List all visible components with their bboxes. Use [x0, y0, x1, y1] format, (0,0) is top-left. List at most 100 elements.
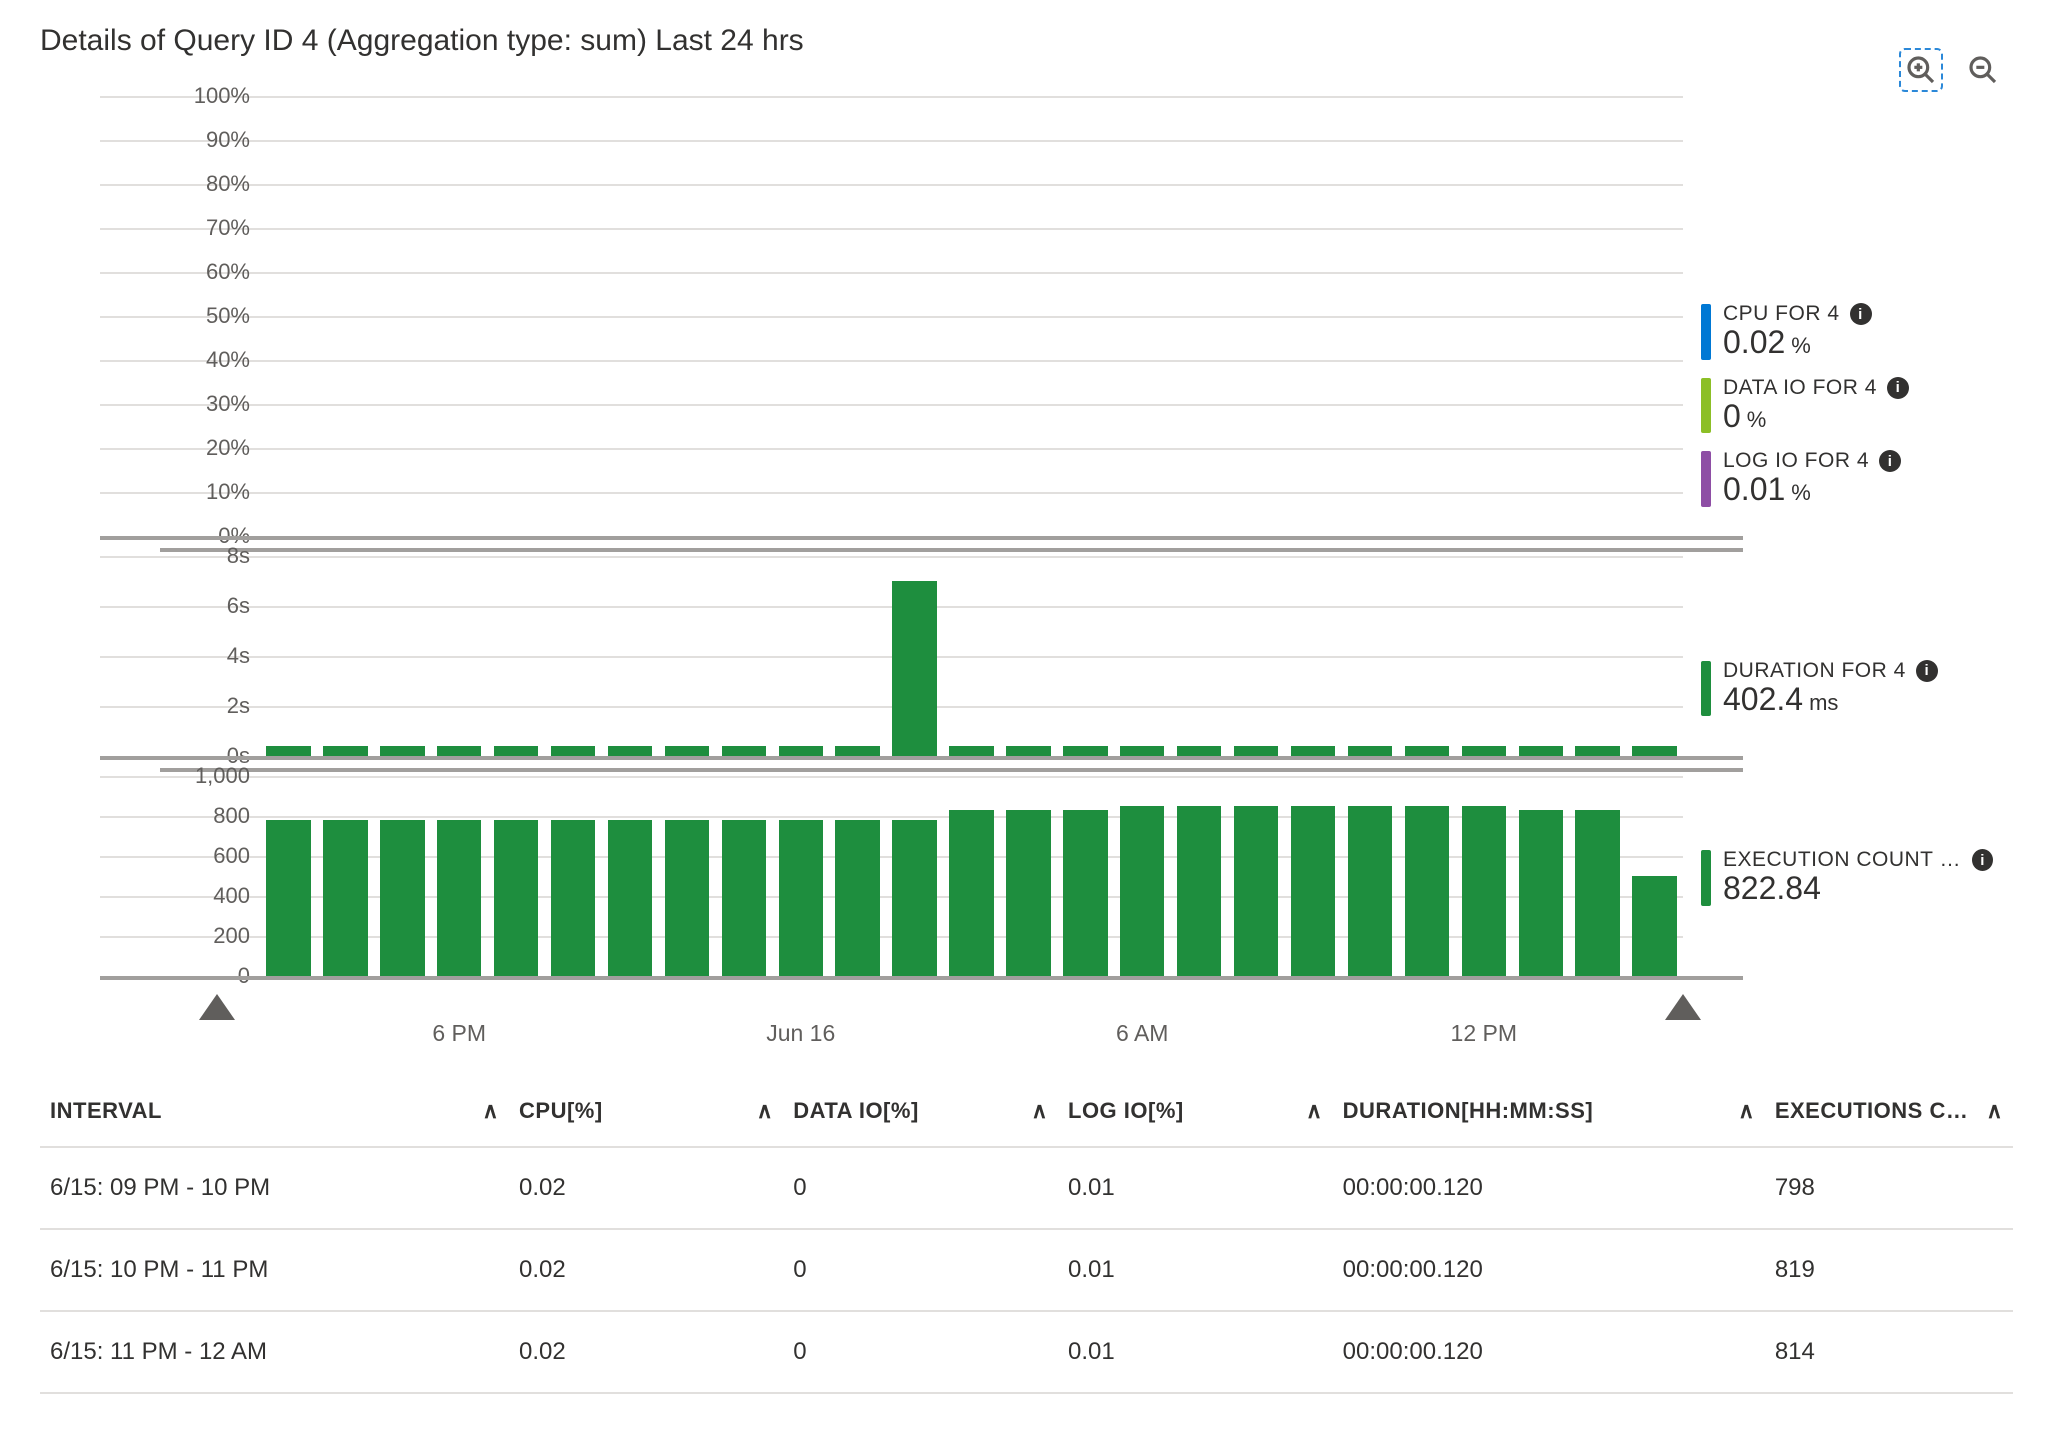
chart-bar[interactable]	[1462, 806, 1506, 976]
col-duration[interactable]: DURATION[HH:MM:SS]∧	[1333, 1076, 1765, 1147]
legend-item-dataio: DATA IO FOR 4 i 0 %	[1701, 376, 2013, 434]
chart-bar[interactable]	[608, 746, 652, 756]
chart-bar[interactable]	[1063, 810, 1107, 976]
chart-bar[interactable]	[1405, 746, 1449, 756]
x-tick: 6 AM	[1116, 1020, 1168, 1047]
legend-value-cpu: 0.02	[1723, 326, 1785, 360]
chart-bar[interactable]	[1632, 876, 1676, 976]
zoom-out-button[interactable]	[1961, 48, 2005, 92]
y-tick: 30%	[206, 391, 250, 417]
cell-exec: 798	[1765, 1147, 2013, 1229]
chart-bar[interactable]	[1120, 806, 1164, 976]
chart-bar[interactable]	[1006, 810, 1050, 976]
chart-bar[interactable]	[779, 820, 823, 976]
sort-caret-icon: ∧	[1031, 1098, 1048, 1124]
chart-panel-duration: 0s2s4s6s8s	[40, 556, 1683, 756]
y-tick: 40%	[206, 347, 250, 373]
col-cpu[interactable]: CPU[%]∧	[509, 1076, 783, 1147]
chart-bar[interactable]	[1120, 746, 1164, 756]
cell-cpu: 0.02	[509, 1311, 783, 1393]
chart-bar[interactable]	[722, 746, 766, 756]
chart-bar[interactable]	[380, 746, 424, 756]
chart-panel-percent_metrics: 0%10%20%30%40%50%60%70%80%90%100%	[40, 96, 1683, 536]
col-interval[interactable]: INTERVAL∧	[40, 1076, 509, 1147]
chart-bar[interactable]	[494, 746, 538, 756]
chart-bar[interactable]	[949, 746, 993, 756]
chart-bar[interactable]	[1291, 806, 1335, 976]
col-exec[interactable]: EXECUTIONS C…∧	[1765, 1076, 2013, 1147]
legend-swatch-cpu	[1701, 304, 1711, 360]
range-marker-right[interactable]	[1665, 994, 1701, 1020]
legend-value-exec: 822.84	[1723, 872, 1821, 906]
info-icon[interactable]: i	[1916, 660, 1938, 682]
chart-bar[interactable]	[892, 820, 936, 976]
cell-logio: 0.01	[1058, 1147, 1333, 1229]
chart-bar[interactable]	[1575, 746, 1619, 756]
chart-bar[interactable]	[323, 820, 367, 976]
chart-bar[interactable]	[1063, 746, 1107, 756]
chart-bar[interactable]	[551, 820, 595, 976]
range-marker-left[interactable]	[199, 994, 235, 1020]
chart-bar[interactable]	[1632, 746, 1676, 756]
legend-value-dataio: 0	[1723, 400, 1741, 434]
chart-bar[interactable]	[323, 746, 367, 756]
table-row[interactable]: 6/15: 11 PM - 12 AM0.0200.0100:00:00.120…	[40, 1311, 2013, 1393]
legend-item-exec: EXECUTION COUNT F… i 822.84	[1701, 848, 2013, 906]
chart-bar[interactable]	[1405, 806, 1449, 976]
y-tick: 600	[213, 843, 250, 869]
chart-bar[interactable]	[551, 746, 595, 756]
info-icon[interactable]: i	[1879, 450, 1901, 472]
cell-interval: 6/15: 10 PM - 11 PM	[40, 1229, 509, 1311]
chart-bar[interactable]	[665, 746, 709, 756]
zoom-in-button[interactable]	[1899, 48, 1943, 92]
legend-value-logio: 0.01	[1723, 473, 1785, 507]
chart-bar[interactable]	[380, 820, 424, 976]
chart-bar[interactable]	[437, 746, 481, 756]
legend-swatch-dataio	[1701, 378, 1711, 434]
y-tick: 10%	[206, 479, 250, 505]
chart-bar[interactable]	[722, 820, 766, 976]
info-icon[interactable]: i	[1887, 377, 1909, 399]
chart-bar[interactable]	[1177, 746, 1221, 756]
chart-bar[interactable]	[779, 746, 823, 756]
chart-bar[interactable]	[608, 820, 652, 976]
chart-bar[interactable]	[835, 820, 879, 976]
chart-bar[interactable]	[835, 746, 879, 756]
chart-bar[interactable]	[949, 810, 993, 976]
y-tick: 2s	[227, 693, 250, 719]
chart-bar[interactable]	[1177, 806, 1221, 976]
chart-bar[interactable]	[1348, 746, 1392, 756]
chart-bar[interactable]	[1234, 806, 1278, 976]
legend-swatch-duration	[1701, 661, 1711, 717]
chart-bar[interactable]	[1291, 746, 1335, 756]
col-logio[interactable]: LOG IO[%]∧	[1058, 1076, 1333, 1147]
table-row[interactable]: 6/15: 09 PM - 10 PM0.0200.0100:00:00.120…	[40, 1147, 2013, 1229]
chart-bar[interactable]	[266, 746, 310, 756]
table-row[interactable]: 6/15: 10 PM - 11 PM0.0200.0100:00:00.120…	[40, 1229, 2013, 1311]
chart-bar[interactable]	[437, 820, 481, 976]
info-icon[interactable]: i	[1972, 849, 1993, 871]
chart-bar[interactable]	[1006, 746, 1050, 756]
legend-swatch-exec	[1701, 850, 1711, 906]
cell-interval: 6/15: 09 PM - 10 PM	[40, 1147, 509, 1229]
chart-bar[interactable]	[1519, 810, 1563, 976]
chart-bar[interactable]	[1348, 806, 1392, 976]
chart-bar[interactable]	[1462, 746, 1506, 756]
chart-bar[interactable]	[266, 820, 310, 976]
chart-bar[interactable]	[665, 820, 709, 976]
y-tick: 200	[213, 923, 250, 949]
details-table: INTERVAL∧ CPU[%]∧ DATA IO[%]∧ LOG IO[%]∧…	[40, 1076, 2013, 1394]
cell-duration: 00:00:00.120	[1333, 1229, 1765, 1311]
col-dataio[interactable]: DATA IO[%]∧	[783, 1076, 1058, 1147]
chart-bar[interactable]	[494, 820, 538, 976]
y-tick: 100%	[194, 83, 250, 109]
chart-bar[interactable]	[1575, 810, 1619, 976]
cell-duration: 00:00:00.120	[1333, 1147, 1765, 1229]
info-icon[interactable]: i	[1850, 303, 1872, 325]
chart-bar[interactable]	[1234, 746, 1278, 756]
chart-bar[interactable]	[1519, 746, 1563, 756]
cell-logio: 0.01	[1058, 1311, 1333, 1393]
legend-value-duration: 402.4	[1723, 683, 1803, 717]
chart-bar[interactable]	[892, 581, 936, 756]
sort-caret-icon: ∧	[482, 1098, 499, 1124]
